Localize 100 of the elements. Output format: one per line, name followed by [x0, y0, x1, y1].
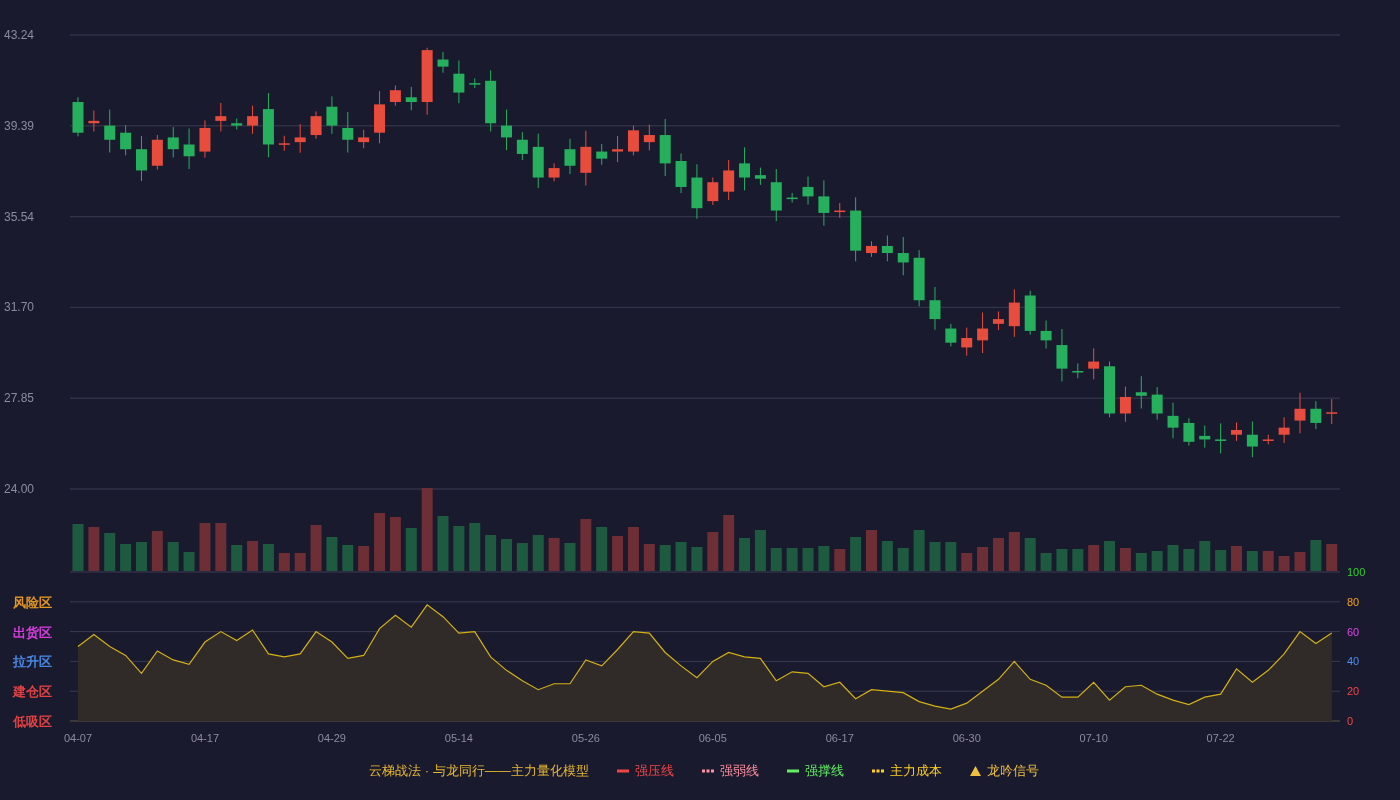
candle: [659, 118, 671, 177]
date-axis-label: 06-17: [825, 732, 854, 744]
volume-bar: [643, 544, 655, 571]
volume-bar: [72, 524, 84, 571]
volume-bar: [167, 542, 179, 571]
volume-bar: [627, 527, 639, 571]
volume-bar: [1119, 548, 1131, 571]
volume-bar: [1310, 540, 1322, 571]
volume-bar: [1215, 550, 1227, 571]
candle: [1310, 400, 1322, 430]
volume-bar: [358, 546, 370, 571]
candle: [88, 110, 100, 132]
candle: [850, 196, 862, 262]
price-axis-label: 31.70: [4, 300, 35, 315]
volume-bar: [1024, 538, 1036, 571]
candle: [881, 235, 893, 262]
candle: [564, 138, 576, 175]
candle: [1151, 386, 1163, 421]
price-axis-label: 43.24: [4, 28, 35, 42]
volume-bar: [1040, 553, 1052, 571]
candle: [1246, 421, 1258, 458]
volume-bar: [262, 544, 274, 571]
candle: [1231, 421, 1242, 442]
candle: [707, 177, 719, 206]
candle: [389, 85, 401, 107]
candle: [691, 163, 703, 220]
legend-label: 龙吟信号: [986, 762, 1039, 780]
legend-title: 云梯战法 · 与龙同行——主力量化模型: [369, 762, 589, 780]
volume-bar: [1246, 551, 1258, 571]
volume-bar: [485, 535, 497, 571]
candle: [945, 323, 957, 347]
volume-bar: [501, 539, 512, 571]
candle: [786, 192, 798, 204]
axis-tick-label: 40: [1347, 655, 1360, 668]
date-axis-label: 07-10: [1079, 732, 1108, 744]
volume-bar: [992, 538, 1004, 571]
candle: [643, 124, 655, 151]
axis-tick-label: 60: [1347, 625, 1360, 638]
volume-bar: [691, 547, 703, 571]
candle: [421, 47, 433, 116]
axis-tick-label: 0: [1347, 715, 1354, 727]
candle: [231, 118, 243, 130]
volume-bar: [405, 528, 417, 571]
volume-bar: [247, 541, 259, 571]
volume-bar: [612, 536, 624, 571]
candle: [532, 133, 544, 189]
volume-bar: [1104, 541, 1116, 571]
candle: [262, 92, 274, 158]
legend-label: 强弱线: [719, 762, 759, 780]
candle: [310, 110, 322, 140]
candle: [136, 135, 147, 182]
candle: [961, 327, 973, 357]
volume-bar: [866, 530, 877, 571]
candle: [548, 162, 560, 182]
volume-bar: [1135, 553, 1147, 571]
candle: [1119, 386, 1131, 423]
candle: [770, 168, 782, 222]
volume-bar: [120, 544, 132, 571]
candle: [342, 111, 354, 153]
volume-bar: [977, 547, 989, 571]
candle: [1104, 361, 1116, 418]
volume-bar: [1008, 532, 1020, 571]
volume-bar: [961, 553, 973, 571]
zone-label: 风险区: [13, 594, 52, 610]
candle: [151, 134, 163, 170]
candle: [1056, 328, 1068, 382]
volume-bar: [1072, 549, 1084, 571]
volume-bar: [437, 516, 449, 571]
candle: [675, 152, 687, 194]
candle: [1024, 290, 1036, 336]
candle: [818, 179, 830, 227]
volume-bar: [834, 549, 846, 571]
volume-bar: [1231, 546, 1242, 571]
candle: [866, 240, 877, 258]
date-axis-label: 06-30: [952, 732, 981, 744]
zone-label: 拉升区: [13, 654, 52, 670]
volume-bar: [564, 543, 576, 571]
volume-bar: [183, 552, 195, 571]
legend-label: 强撑线: [804, 762, 844, 780]
volume-bar: [516, 543, 528, 571]
volume-bar: [802, 548, 814, 571]
candle: [1088, 347, 1100, 380]
candle: [913, 249, 925, 307]
candle: [405, 86, 417, 111]
candle: [1008, 288, 1020, 338]
volume-bar: [453, 526, 465, 571]
volume-bar: [881, 541, 893, 571]
volume-bar: [1167, 545, 1179, 571]
zone-label: 出货区: [13, 624, 52, 640]
candle: [739, 146, 751, 191]
volume-bar: [136, 542, 147, 571]
candle: [183, 127, 195, 170]
volume-bar: [326, 537, 338, 571]
candle: [72, 96, 84, 137]
price-axis-label: 24.00: [4, 482, 35, 496]
candle: [1135, 375, 1147, 410]
volume-bar: [945, 542, 957, 571]
candle: [1262, 434, 1274, 445]
volume-bar: [596, 527, 608, 571]
axis-tick-label: 80: [1347, 595, 1360, 608]
